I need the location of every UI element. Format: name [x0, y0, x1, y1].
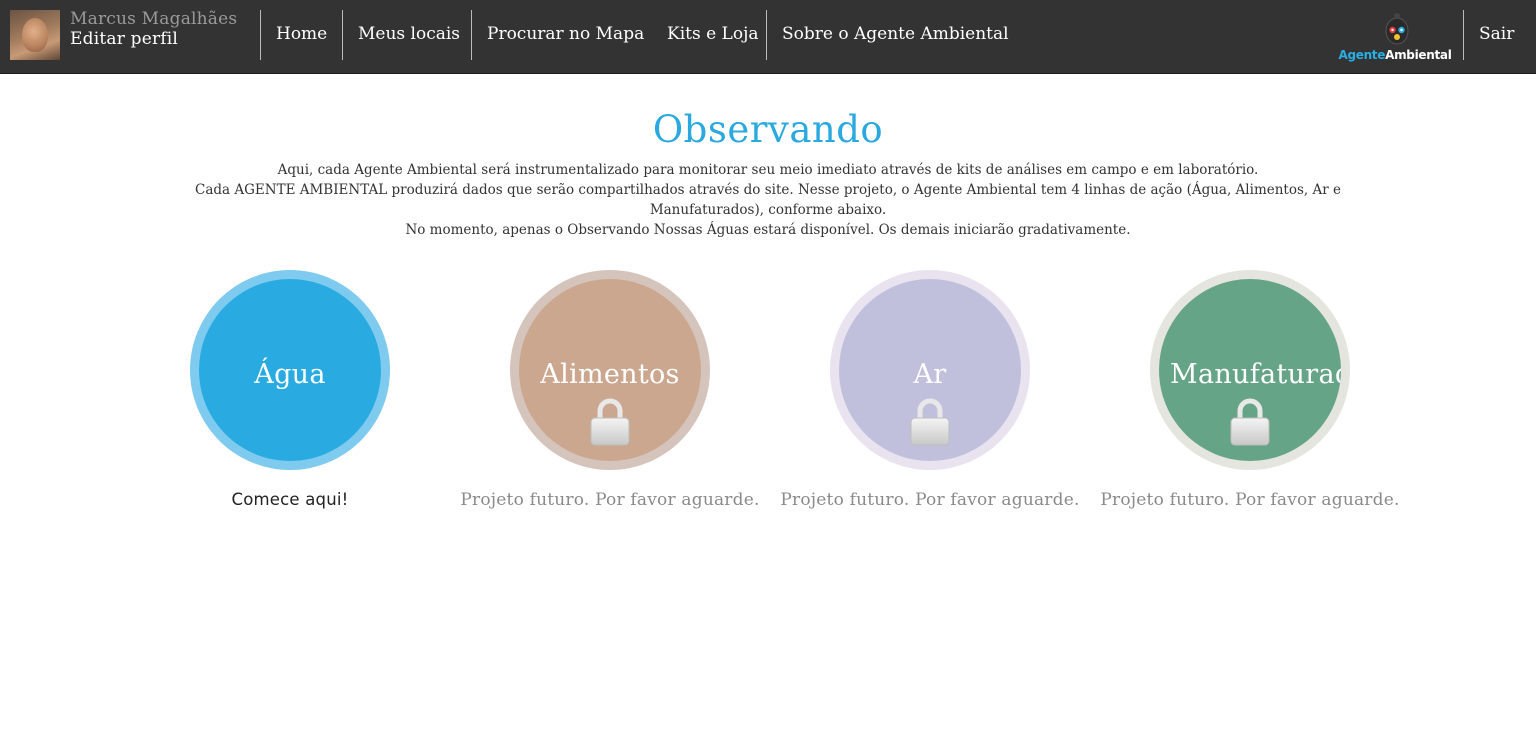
- lock-icon: [1230, 398, 1270, 446]
- card-label: Alimentos: [540, 359, 680, 390]
- agente-ambiental-logo[interactable]: AgenteAmbiental: [1336, 12, 1454, 64]
- nav-divider: [342, 10, 343, 60]
- card-alimentos: Alimentos Projeto futuro. Por favor agua…: [450, 270, 770, 520]
- card-disc: Alimentos: [519, 279, 701, 461]
- nav-sobre[interactable]: Sobre o Agente Ambiental: [782, 24, 1009, 44]
- nav-home[interactable]: Home: [276, 24, 327, 44]
- logout-link[interactable]: Sair: [1479, 24, 1514, 44]
- intro-line: Aqui, cada Agente Ambiental será instrum…: [277, 162, 1259, 178]
- nav-divider: [766, 10, 767, 60]
- lock-icon: [590, 398, 630, 446]
- nav-divider: [471, 10, 472, 60]
- intro-line: No momento, apenas o Observando Nossas Á…: [405, 222, 1131, 238]
- logo-wordmark: AgenteAmbiental: [1338, 48, 1452, 62]
- card-caption: Projeto futuro. Por favor aguarde.: [780, 490, 1080, 510]
- card-caption: Projeto futuro. Por favor aguarde.: [460, 490, 760, 510]
- lock-icon: [910, 398, 950, 446]
- card-disc: Ar: [839, 279, 1021, 461]
- card-caption[interactable]: Comece aqui!: [130, 490, 450, 509]
- card-caption: Projeto futuro. Por favor aguarde.: [1100, 490, 1400, 510]
- nav-meus-locais[interactable]: Meus locais: [358, 24, 460, 44]
- card-agua[interactable]: Água Comece aqui!: [130, 270, 450, 520]
- page-title: Observando: [652, 108, 884, 151]
- user-name: Marcus Magalhães: [70, 9, 238, 29]
- card-manufaturados: Manufaturados Projeto futuro. Por favor …: [1090, 270, 1410, 520]
- card-ring: Alimentos: [510, 270, 710, 470]
- edit-profile-link[interactable]: Editar perfil: [70, 29, 178, 49]
- nav-divider: [260, 10, 261, 60]
- card-label: Ar: [913, 359, 947, 390]
- card-disc[interactable]: Água: [199, 279, 381, 461]
- card-label: Água: [254, 359, 326, 390]
- card-label: Manufaturados: [1170, 359, 1341, 390]
- nav-divider: [1463, 10, 1464, 60]
- card-ar: Ar Projeto futuro. Por favor aguarde.: [770, 270, 1090, 520]
- card-ring: Ar: [830, 270, 1030, 470]
- nav-kits-e-loja[interactable]: Kits e Loja: [667, 24, 759, 44]
- card-disc: Manufaturados: [1159, 279, 1341, 461]
- nav-procurar-no-mapa[interactable]: Procurar no Mapa: [487, 24, 644, 44]
- logo-mascot-icon: [1385, 13, 1409, 45]
- card-ring: Manufaturados: [1150, 270, 1350, 470]
- intro-line: Cada AGENTE AMBIENTAL produzirá dados qu…: [195, 182, 1341, 218]
- card-ring[interactable]: Água: [190, 270, 390, 470]
- top-navbar: Marcus Magalhães Editar perfil Home Meus…: [0, 0, 1536, 74]
- avatar[interactable]: [10, 10, 60, 60]
- intro-text: Aqui, cada Agente Ambiental será instrum…: [140, 160, 1396, 240]
